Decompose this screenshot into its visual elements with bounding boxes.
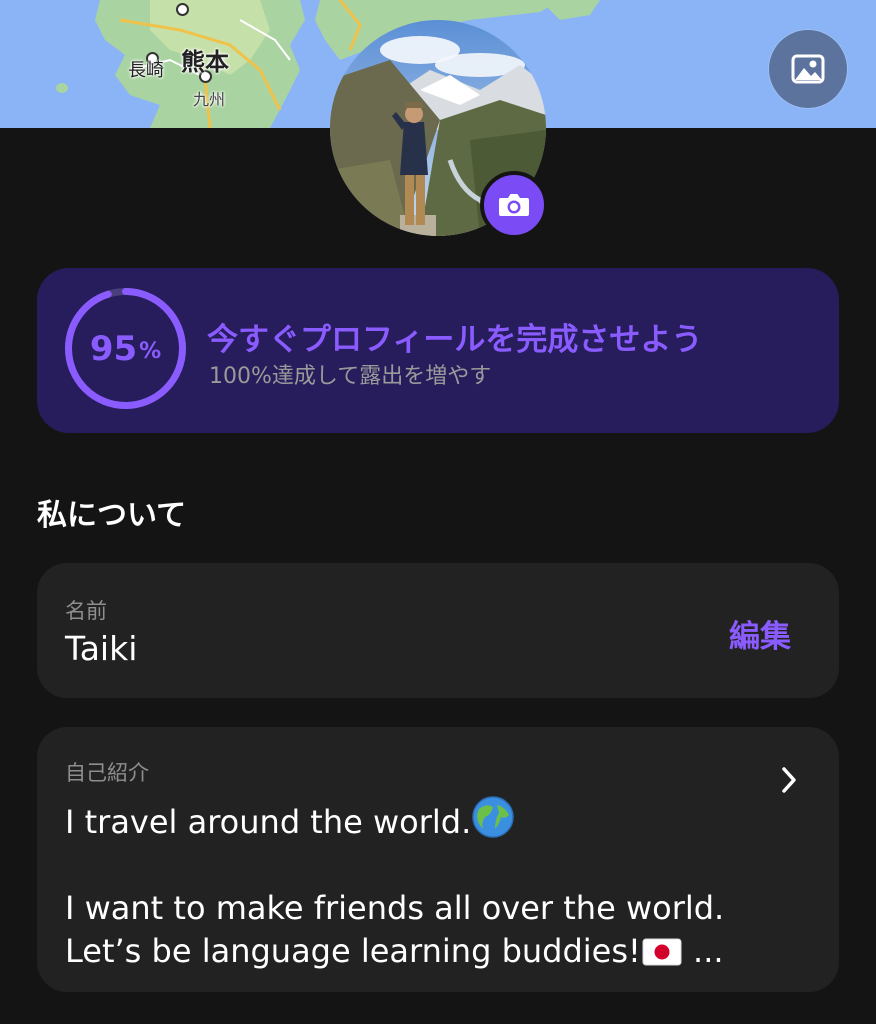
image-photo-icon	[791, 54, 825, 84]
progress-title: 今すぐプロフィールを完成させよう	[207, 322, 703, 358]
name-field-card: 名前 Taiki 編集	[37, 563, 839, 698]
progress-percent-number: 95	[89, 328, 138, 369]
section-title-about-me: 私について	[37, 498, 187, 533]
progress-percent: 95%	[62, 285, 189, 412]
map-city-marker	[176, 3, 189, 16]
bio-line-1: I travel around the world.	[65, 803, 472, 841]
change-cover-button[interactable]	[769, 30, 847, 108]
map-label: 長崎	[128, 60, 164, 81]
change-avatar-button[interactable]	[480, 171, 548, 239]
progress-subtitle: 100%達成して露出を増やす	[209, 364, 492, 389]
map-label: 熊本	[181, 48, 229, 76]
name-value: Taiki	[65, 629, 138, 668]
profile-completion-card[interactable]: 95% 今すぐプロフィールを完成させよう 100%達成して露出を増やす	[37, 268, 839, 433]
globe-emoji-icon	[472, 796, 515, 838]
chevron-right-icon[interactable]	[779, 765, 799, 795]
edit-name-button[interactable]: 編集	[729, 611, 791, 656]
bio-line-2: I want to make friends all over the worl…	[65, 889, 725, 927]
progress-percent-unit: %	[139, 339, 162, 364]
bio-field-card[interactable]: 自己紹介 I travel around the world. I want t…	[37, 727, 839, 992]
bio-ellipsis: ...	[693, 932, 724, 970]
map-label: 九州	[193, 90, 226, 109]
name-label: 名前	[65, 599, 107, 623]
japan-flag-emoji-icon	[642, 938, 682, 966]
bio-text: I travel around the world. I want to mak…	[65, 795, 785, 973]
camera-icon	[499, 194, 529, 216]
bio-label: 自己紹介	[65, 761, 149, 785]
bio-line-3: Let’s be language learning buddies!	[65, 932, 641, 970]
